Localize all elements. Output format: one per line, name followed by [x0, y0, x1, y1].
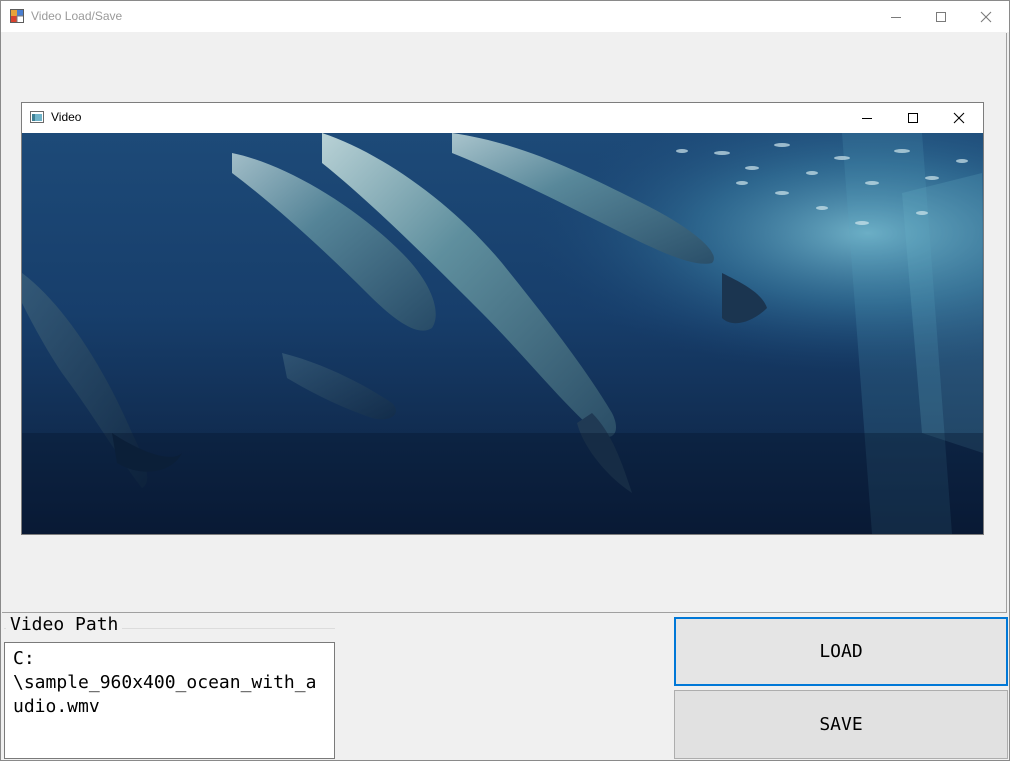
maximize-button[interactable]: [918, 1, 964, 32]
save-button[interactable]: SAVE: [674, 690, 1008, 759]
video-path-label: Video Path: [6, 613, 123, 637]
video-titlebar[interactable]: Video: [22, 103, 983, 133]
window-title: Video Load/Save: [31, 9, 123, 23]
maximize-icon: [936, 11, 946, 22]
video-maximize-button[interactable]: [890, 103, 936, 133]
minimize-button[interactable]: [873, 1, 919, 32]
close-icon: [980, 11, 992, 22]
video-window-icon: [30, 111, 44, 123]
minimize-icon: [891, 16, 901, 18]
load-button[interactable]: LOAD: [674, 617, 1008, 686]
video-window-title: Video: [51, 110, 82, 124]
close-icon: [953, 112, 965, 124]
video-minimize-button[interactable]: [844, 103, 890, 133]
main-titlebar[interactable]: Video Load/Save: [1, 1, 1009, 32]
app-form-icon: [10, 9, 24, 23]
maximize-icon: [908, 113, 918, 123]
video-window: Video: [21, 102, 984, 535]
minimize-icon: [862, 118, 872, 119]
video-close-button[interactable]: [936, 103, 982, 133]
video-path-field[interactable]: C: \sample_960x400_ocean_with_audio.wmv: [4, 642, 335, 759]
close-button[interactable]: [963, 1, 1009, 32]
video-frame: [22, 133, 983, 534]
main-window: Video Load/Save Video Video Path C: \sam…: [0, 0, 1010, 761]
